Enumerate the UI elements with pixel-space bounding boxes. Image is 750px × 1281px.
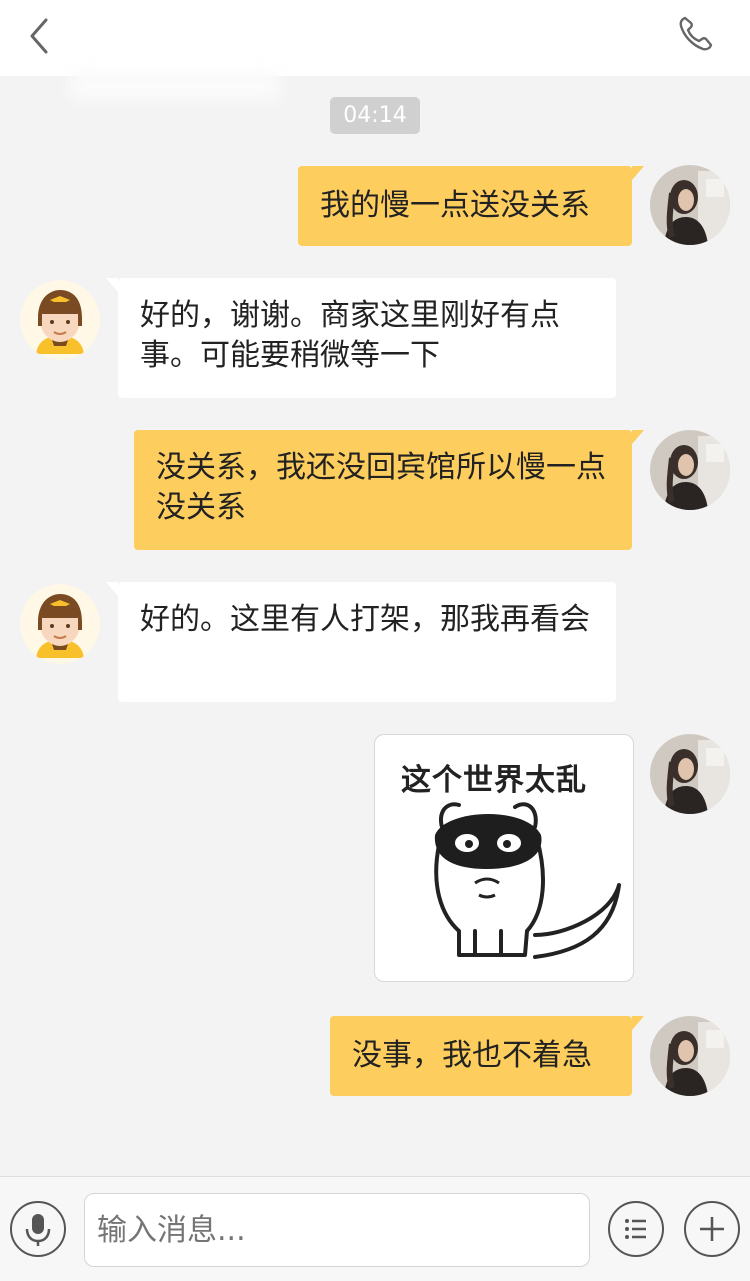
courier-avatar[interactable] [20, 280, 100, 360]
plus-icon [700, 1217, 724, 1241]
message-text: 没关系，我还没回宾馆所以慢一点没关系 [156, 450, 606, 525]
my-avatar[interactable] [650, 1016, 730, 1096]
my-avatar[interactable] [650, 165, 730, 245]
user-photo-avatar-icon [650, 165, 730, 245]
my-avatar[interactable] [650, 734, 730, 814]
message-text: 好的。这里有人打架，那我再看会 [140, 602, 590, 637]
user-photo-avatar-icon [650, 430, 730, 510]
message-input[interactable] [84, 1193, 590, 1267]
blur-overlay [70, 70, 280, 100]
message-text: 我的慢一点送没关系 [320, 188, 590, 223]
message-timestamp: 04:14 [330, 97, 420, 134]
voice-button[interactable] [10, 1201, 66, 1257]
list-icon [625, 1219, 646, 1239]
top-bar [0, 0, 750, 76]
message-bubble-sent[interactable]: 没事，我也不着急 [330, 1016, 644, 1096]
chevron-left-icon[interactable] [22, 14, 62, 58]
message-text: 没事，我也不着急 [352, 1038, 592, 1073]
message-text: 好的，谢谢。商家这里刚好有点事。可能要稍微等一下 [140, 298, 560, 373]
raccoon-sticker-icon [434, 802, 621, 959]
microphone-icon [25, 1214, 51, 1246]
message-bubble-received[interactable]: 好的，谢谢。商家这里刚好有点事。可能要稍微等一下 [106, 278, 616, 398]
message-bubble-sent[interactable]: 没关系，我还没回宾馆所以慢一点没关系 [134, 430, 644, 550]
message-input-bar [0, 1176, 750, 1281]
phone-icon[interactable] [676, 14, 716, 54]
message-bubble-received[interactable]: 好的。这里有人打架，那我再看会 [106, 582, 616, 702]
courier-avatar-icon [20, 584, 100, 664]
courier-avatar[interactable] [20, 584, 100, 664]
message-bubble-sent[interactable]: 我的慢一点送没关系 [298, 166, 644, 246]
user-photo-avatar-icon [650, 1016, 730, 1096]
courier-avatar-icon [20, 280, 100, 360]
sticker-message[interactable]: 这个世界太乱 [374, 734, 634, 982]
menu-button[interactable] [608, 1201, 664, 1257]
my-avatar[interactable] [650, 430, 730, 510]
user-photo-avatar-icon [650, 734, 730, 814]
add-button[interactable] [684, 1201, 740, 1257]
